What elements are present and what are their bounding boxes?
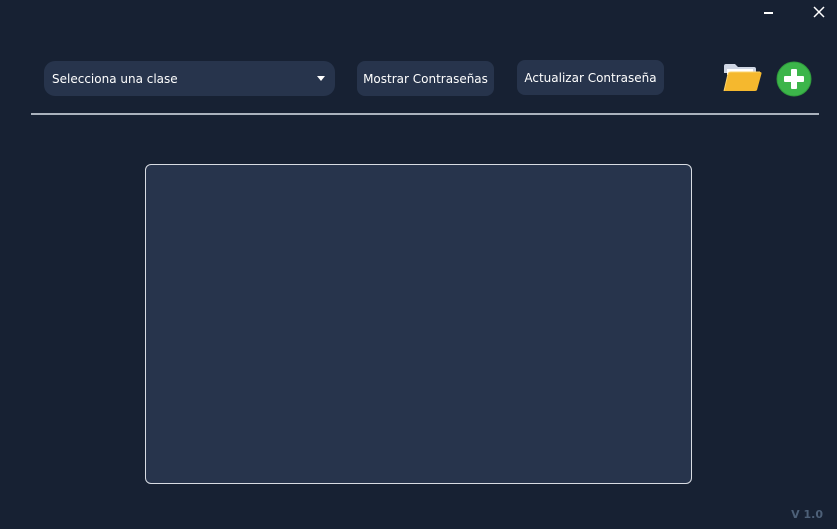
minimize-button[interactable] bbox=[750, 0, 786, 24]
folder-open-icon[interactable] bbox=[722, 61, 762, 93]
content-panel bbox=[145, 164, 692, 484]
toolbar-divider bbox=[31, 113, 819, 115]
plus-circle-icon[interactable] bbox=[776, 61, 812, 97]
class-select[interactable]: Selecciona una clase bbox=[44, 61, 335, 96]
minimize-icon bbox=[763, 12, 773, 14]
show-passwords-button[interactable]: Mostrar Contraseñas bbox=[357, 61, 494, 96]
class-select-value: Selecciona una clase bbox=[52, 71, 178, 86]
close-button[interactable] bbox=[801, 0, 837, 24]
chevron-down-icon bbox=[317, 76, 325, 81]
version-label: V 1.0 bbox=[791, 508, 823, 521]
update-password-button[interactable]: Actualizar Contraseña bbox=[517, 60, 664, 95]
close-icon bbox=[813, 6, 825, 18]
